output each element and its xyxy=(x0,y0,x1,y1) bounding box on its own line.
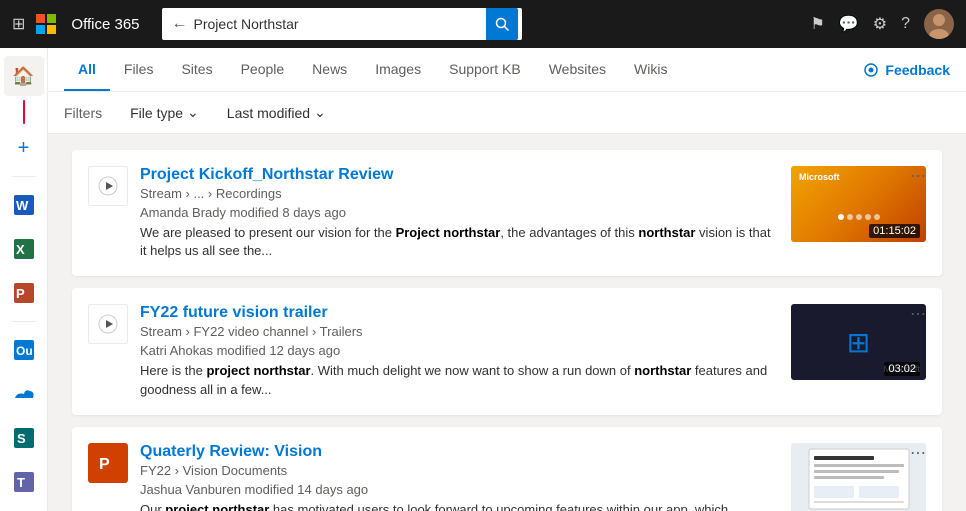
sidebar-item-outlook[interactable]: Ou xyxy=(4,330,44,370)
thumb-duration: 03:02 xyxy=(884,362,920,376)
svg-text:P: P xyxy=(16,286,25,301)
sidebar-item-teams[interactable]: T xyxy=(4,462,44,502)
home-icon: 🏠 xyxy=(12,66,34,87)
result-body: Project Kickoff_Northstar Review Stream … xyxy=(140,166,779,260)
result-snippet: We are pleased to present our vision for… xyxy=(140,224,779,260)
result-title[interactable]: Quaterly Review: Vision xyxy=(140,443,779,461)
dot xyxy=(856,214,862,220)
svg-text:P: P xyxy=(99,456,110,473)
dot xyxy=(874,214,880,220)
tab-files[interactable]: Files xyxy=(110,49,168,91)
last-modified-chevron-icon: ⌄ xyxy=(314,104,326,121)
feedback-label: Feedback xyxy=(885,62,950,78)
more-options-button[interactable]: ⋯ xyxy=(906,162,930,190)
user-avatar[interactable] xyxy=(924,9,954,39)
svg-text:X: X xyxy=(16,242,25,257)
search-back-button[interactable]: ← xyxy=(166,15,194,33)
feedback-button[interactable]: Feedback xyxy=(863,62,950,78)
office365-label: Office 365 xyxy=(71,16,139,33)
tab-people[interactable]: People xyxy=(227,49,299,91)
last-modified-label: Last modified xyxy=(227,105,310,121)
sidebar-item-powerpoint[interactable]: P xyxy=(4,273,44,313)
sidebar-item-home[interactable]: 🏠 xyxy=(4,56,44,96)
search-submit-button[interactable] xyxy=(486,8,518,40)
search-bar: ← xyxy=(162,8,522,40)
result-snippet: Here is the project northstar. With much… xyxy=(140,362,779,398)
tab-websites[interactable]: Websites xyxy=(535,49,620,91)
help-icon[interactable]: ? xyxy=(901,15,910,33)
result-item: Project Kickoff_Northstar Review Stream … xyxy=(72,150,942,276)
plus-icon: + xyxy=(18,137,30,160)
more-options-button[interactable]: ⋯ xyxy=(906,300,930,328)
video-icon xyxy=(88,304,128,344)
progress-dots xyxy=(791,214,926,220)
svg-text:T: T xyxy=(17,475,25,490)
result-path: Stream › ... › Recordings xyxy=(140,186,779,201)
main-layout: 🏠 + W X P Ou S T xyxy=(0,48,966,511)
tab-images[interactable]: Images xyxy=(361,49,435,91)
sidebar-item-excel[interactable]: X xyxy=(4,229,44,269)
main-content: All Files Sites People News Images Suppo… xyxy=(48,48,966,511)
result-title[interactable]: Project Kickoff_Northstar Review xyxy=(140,166,779,184)
svg-text:Ou: Ou xyxy=(16,344,33,358)
windows-logo: ⊞ xyxy=(847,326,870,359)
tab-wikis[interactable]: Wikis xyxy=(620,49,681,91)
thumbnail-doc-preview xyxy=(804,444,914,511)
sidebar-item-sharepoint[interactable]: S xyxy=(4,418,44,458)
result-body: Quaterly Review: Vision FY22 › Vision Do… xyxy=(140,443,779,511)
thumb-ms-label: Microsoft xyxy=(799,172,840,182)
result-item: P Quaterly Review: Vision FY22 › Vision … xyxy=(72,427,942,511)
result-snippet: Our project northstar has motivated user… xyxy=(140,501,779,511)
file-type-filter[interactable]: File type ⌄ xyxy=(122,100,207,125)
result-path: Stream › FY22 video channel › Trailers xyxy=(140,324,779,339)
topbar-icons: ⚑ 💬 ⚙ ? xyxy=(810,9,954,39)
file-type-label: File type xyxy=(130,105,183,121)
sidebar-item-add[interactable]: + xyxy=(4,128,44,168)
svg-text:W: W xyxy=(16,198,29,213)
flag-icon[interactable]: ⚑ xyxy=(810,14,824,34)
sidebar-item-word[interactable]: W xyxy=(4,185,44,225)
tab-support-kb[interactable]: Support KB xyxy=(435,49,535,91)
search-input[interactable] xyxy=(194,16,486,32)
settings-icon[interactable]: ⚙ xyxy=(873,14,887,34)
last-modified-filter[interactable]: Last modified ⌄ xyxy=(219,100,334,125)
dot xyxy=(847,214,853,220)
result-title[interactable]: FY22 future vision trailer xyxy=(140,304,779,322)
result-item: FY22 future vision trailer Stream › FY22… xyxy=(72,288,942,414)
result-meta: Katri Ahokas modified 12 days ago xyxy=(140,343,779,358)
sidebar-item-onedrive[interactable] xyxy=(4,374,44,414)
thumb-duration: 01:15:02 xyxy=(869,224,920,238)
chat-icon[interactable]: 💬 xyxy=(839,14,859,34)
microsoft-logo xyxy=(35,13,57,35)
dot xyxy=(865,214,871,220)
powerpoint-icon: P xyxy=(88,443,128,483)
dot xyxy=(838,214,844,220)
result-path: FY22 › Vision Documents xyxy=(140,463,779,478)
file-type-chevron-icon: ⌄ xyxy=(187,104,199,121)
sidebar: 🏠 + W X P Ou S T xyxy=(0,48,48,511)
result-meta: Jashua Vanburen modified 14 days ago xyxy=(140,482,779,497)
svg-text:S: S xyxy=(17,431,26,446)
tab-all[interactable]: All xyxy=(64,49,110,91)
tab-bar: All Files Sites People News Images Suppo… xyxy=(48,48,966,92)
more-options-button[interactable]: ⋯ xyxy=(906,439,930,467)
filters-bar: Filters File type ⌄ Last modified ⌄ xyxy=(48,92,966,134)
tab-news[interactable]: News xyxy=(298,49,361,91)
video-icon xyxy=(88,166,128,206)
result-meta: Amanda Brady modified 8 days ago xyxy=(140,205,779,220)
filters-label: Filters xyxy=(64,105,102,121)
tabs: All Files Sites People News Images Suppo… xyxy=(64,49,863,91)
results-area: Project Kickoff_Northstar Review Stream … xyxy=(48,134,966,511)
tab-sites[interactable]: Sites xyxy=(167,49,226,91)
result-body: FY22 future vision trailer Stream › FY22… xyxy=(140,304,779,398)
top-navbar: ⊞ Office 365 ← ⚑ 💬 ⚙ ? xyxy=(0,0,966,48)
apps-grid-icon[interactable]: ⊞ xyxy=(12,14,25,34)
